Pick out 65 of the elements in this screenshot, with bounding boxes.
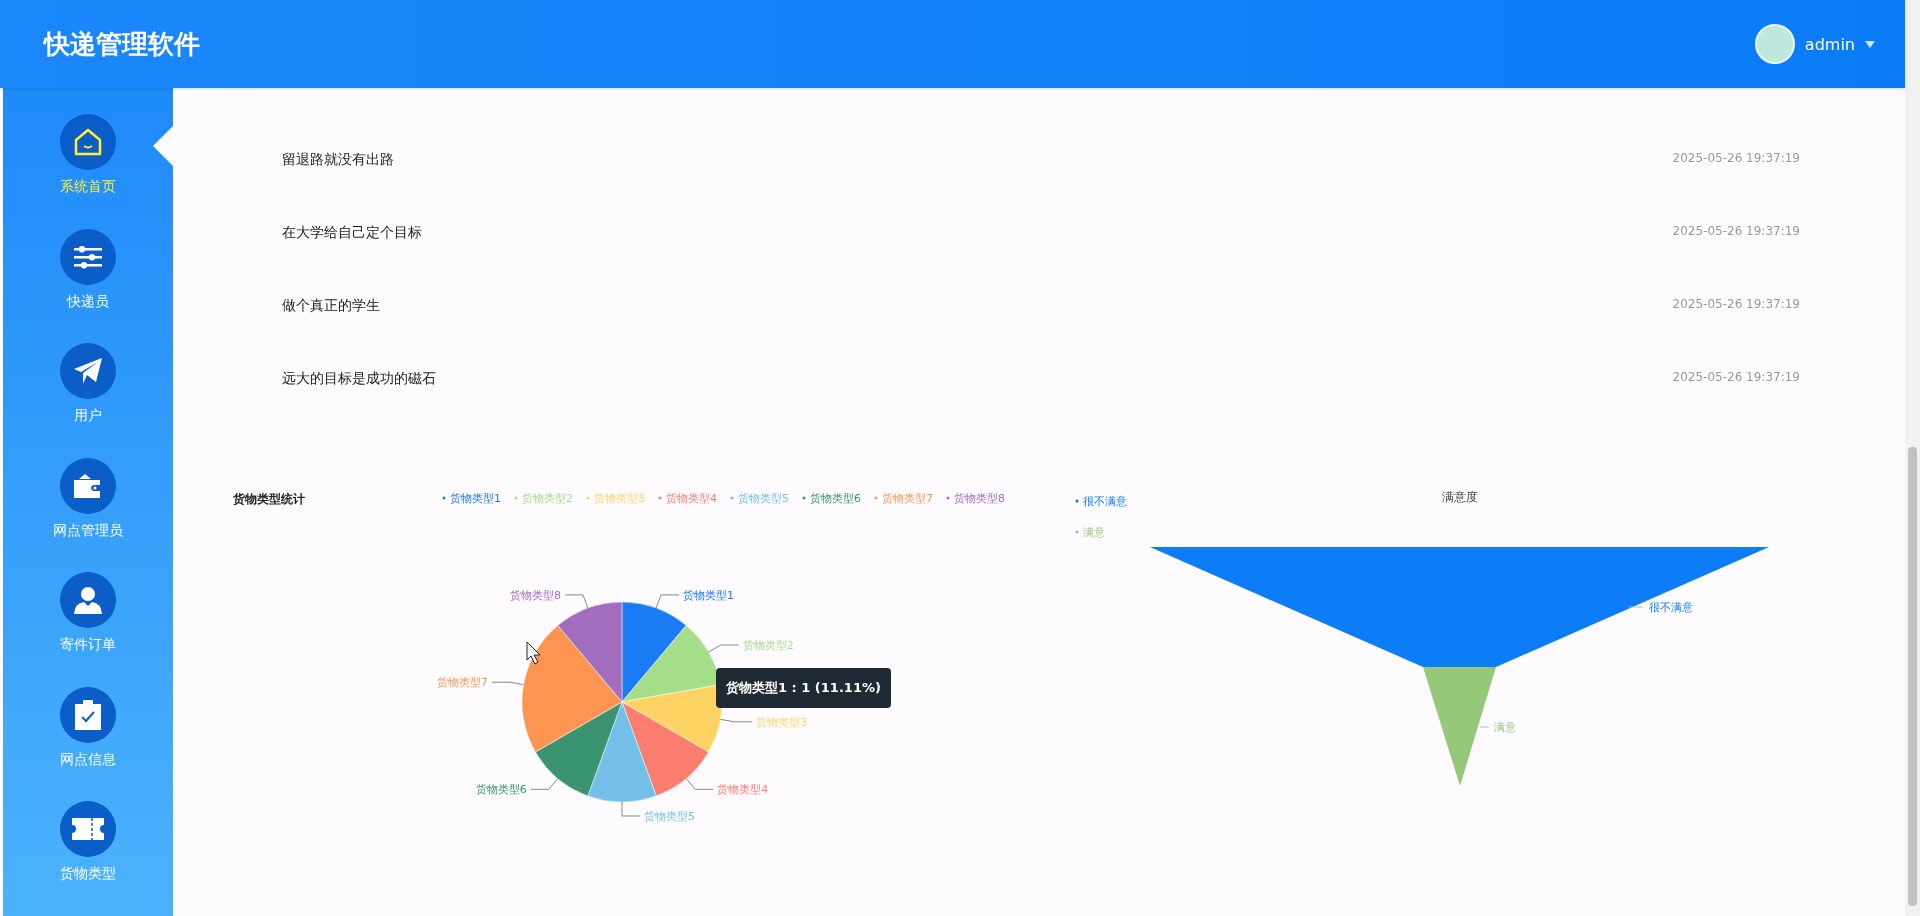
- leader-line: [685, 778, 714, 790]
- legend-item[interactable]: 货物类型5: [730, 492, 789, 505]
- pie-slice[interactable]: [621, 684, 723, 753]
- leader-line: [491, 681, 524, 686]
- leader-line: [621, 801, 641, 817]
- slice-label: 货物类型4: [717, 783, 769, 797]
- legend-item[interactable]: 货物类型6: [802, 492, 861, 505]
- leader-line: [720, 718, 753, 723]
- avatar-icon: [1754, 24, 1795, 64]
- slice-label: 货物类型1: [683, 588, 734, 602]
- legend-item[interactable]: 货物类型7: [874, 492, 933, 505]
- news-title[interactable]: 远大的目标是成功的磁石: [282, 371, 436, 385]
- news-time: 2025-05-26 19:37:19: [1672, 371, 1800, 383]
- scrollbar[interactable]: [1905, 0, 1920, 916]
- paper-plane-icon: [74, 358, 102, 384]
- segment-label: 满意: [1494, 721, 1516, 734]
- funnel-segment[interactable]: [1150, 547, 1769, 667]
- sidebar-item[interactable]: 网点管理员: [3, 457, 173, 572]
- clipboard-check-icon: [75, 699, 101, 730]
- news-time: 2025-05-26 19:37:19: [1672, 298, 1800, 310]
- leader-line: [1628, 606, 1644, 608]
- slice-label: 货物类型6: [475, 783, 527, 797]
- app-title: 快递管理软件: [44, 27, 200, 61]
- legend-item[interactable]: 货物类型2: [514, 492, 573, 505]
- slice-label: 货物类型5: [644, 810, 695, 823]
- leader-line: [1479, 726, 1490, 728]
- person-icon: [74, 586, 102, 614]
- legend-item[interactable]: 满意: [1075, 526, 1105, 539]
- cursor-icon: [526, 641, 541, 665]
- sliders-icon: [74, 244, 102, 269]
- slice-label: 货物类型2: [742, 639, 794, 652]
- user-menu[interactable]: admin: [1754, 24, 1875, 64]
- news-time: 2025-05-26 19:37:19: [1672, 152, 1800, 164]
- slice-label: 货物类型7: [436, 676, 488, 690]
- sidebar-item[interactable]: 系统首页: [3, 114, 173, 229]
- slice-label: 货物类型8: [510, 588, 561, 602]
- selection-notch: [153, 126, 173, 166]
- slice-label: 货物类型3: [756, 715, 808, 729]
- news-title[interactable]: 留退路就没有出路: [282, 152, 394, 166]
- ticket-icon: [72, 818, 104, 840]
- chart-title: 货物类型统计: [233, 492, 305, 506]
- leader-line: [655, 594, 680, 609]
- news-title[interactable]: 做个真正的学生: [282, 298, 380, 312]
- legend-item[interactable]: 货物类型1: [442, 492, 501, 505]
- sidebar-item[interactable]: 快递员: [3, 228, 173, 343]
- leader-line: [530, 778, 559, 790]
- wallet-icon: [74, 473, 102, 498]
- sidebar-item[interactable]: 寄件订单: [3, 572, 173, 687]
- segment-label: 很不满意: [1649, 601, 1693, 614]
- legend-item[interactable]: 货物类型8: [946, 492, 1005, 505]
- leader-line: [708, 644, 740, 653]
- legend-item[interactable]: 很不满意: [1075, 495, 1127, 508]
- news-time: 2025-05-26 19:37:19: [1672, 225, 1800, 237]
- leader-line: [564, 594, 589, 609]
- home-icon: [73, 127, 103, 157]
- sidebar-item[interactable]: 网点信息: [3, 686, 173, 801]
- user-name: admin: [1804, 34, 1855, 54]
- funnel-segment[interactable]: [1423, 667, 1496, 786]
- sidebar-item[interactable]: 货物类型: [3, 801, 173, 916]
- chart-tooltip: 货物类型1 : 1 (11.11%): [716, 668, 891, 708]
- chart-title: 满意度: [1442, 490, 1478, 504]
- caret-icon: [1865, 40, 1875, 48]
- sidebar-item[interactable]: 用户: [3, 343, 173, 458]
- legend-item[interactable]: 货物类型4: [658, 492, 717, 505]
- news-title[interactable]: 在大学给自己定个目标: [282, 225, 422, 239]
